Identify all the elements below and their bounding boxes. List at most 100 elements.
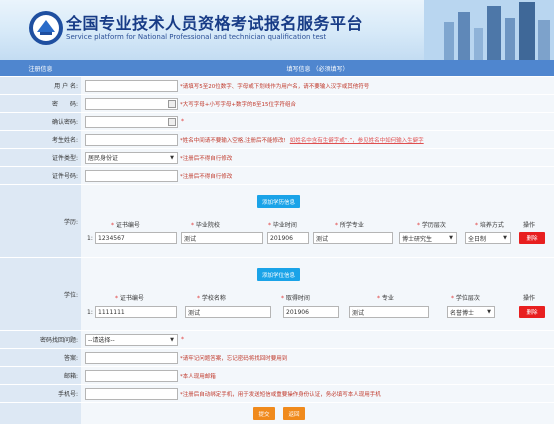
add-education-button[interactable]: 添加学历信息 (257, 195, 301, 208)
password-hint: *大写字母+小写字母+数字的8至15位字符组合 (180, 101, 296, 108)
degree-row: 学位: 添加学位信息 * 证书编号 * 学校名称 * 取得时间 * 专业 * 学… (0, 258, 554, 331)
name-row: 考生姓名: *姓名中间请不要输入空格,注册后不能修改! 如姓名中含有生僻字或“.… (0, 131, 554, 149)
email-input[interactable] (85, 369, 178, 382)
name-label: 考生姓名: (0, 131, 81, 148)
security-question-select[interactable]: --请选择-- ▼ (85, 333, 178, 346)
username-label: 用 户 名: (0, 77, 81, 94)
registration-form: 注册信息 填写信息 （必须填写） 用 户 名: *请填写5至20位数字、字母或下… (0, 60, 554, 425)
site-subtitle: Service platform for National Profession… (66, 33, 327, 41)
password-input[interactable] (85, 97, 178, 110)
answer-row: 答案: *请牢记问题答案，忘记密码将找回时要用到 (0, 349, 554, 367)
edu-delete-button[interactable]: 删除 (519, 232, 545, 244)
deg-col-cert-no: * 证书编号 (115, 295, 144, 302)
edu-mode-value: 全日制 (468, 235, 487, 243)
password-label: 密 码: (0, 95, 81, 112)
answer-label: 答案: (0, 349, 81, 366)
edu-col-level: * 学历层次 (417, 222, 446, 229)
id-number-input[interactable] (85, 169, 178, 182)
id-number-label: 证件号码: (0, 167, 81, 184)
deg-major-input[interactable]: 测试 (349, 306, 429, 318)
city-skyline-image (424, 0, 554, 60)
deg-col-obtain-time: * 取得时间 (281, 295, 310, 302)
id-type-select[interactable]: 居民身份证 ▼ (85, 151, 178, 164)
confirm-password-hint: * (181, 118, 184, 125)
phone-label: 手机号: (0, 385, 81, 402)
platform-logo-icon (29, 11, 63, 45)
answer-input[interactable] (85, 351, 178, 364)
deg-obtain-time-input[interactable]: 201906 (283, 306, 339, 318)
section-header-left: 注册信息 (0, 60, 81, 76)
deg-level-value: 名誉博士 (450, 309, 475, 317)
password-row: 密 码: *大写字母+小写字母+数字的8至15位字符组合 (0, 95, 554, 113)
submit-button[interactable]: 提交 (253, 407, 275, 420)
id-number-row: 证件号码: *注册后不得自行修改 (0, 167, 554, 185)
education-row: 学历: 添加学历信息 * 证书编号 * 毕业院校 * 毕业时间 * 所学专业 *… (0, 185, 554, 258)
deg-level-select[interactable]: 名誉博士 ▼ (447, 306, 495, 318)
id-type-hint: *注册后不得自行修改 (180, 155, 233, 162)
edu-col-action: 操作 (523, 222, 536, 229)
edu-grad-time-input[interactable]: 201906 (267, 232, 309, 244)
edu-col-mode: * 培养方式 (475, 222, 504, 229)
name-input[interactable] (85, 133, 178, 146)
site-title: 全国专业技术人员资格考试报名服务平台 (66, 14, 364, 33)
security-question-label: 密码找回问题: (0, 331, 81, 348)
section-header: 注册信息 填写信息 （必须填写） (0, 60, 554, 77)
id-type-row: 证件类型: 居民身份证 ▼ *注册后不得自行修改 (0, 149, 554, 167)
chevron-down-icon: ▼ (170, 336, 174, 343)
id-type-selected-value: 居民身份证 (88, 155, 119, 162)
deg-cert-no-input[interactable]: 1111111 (95, 306, 177, 318)
confirm-password-label: 确认密码: (0, 113, 81, 130)
add-degree-button[interactable]: 添加学位信息 (257, 268, 301, 281)
edu-level-select[interactable]: 博士研究生 ▼ (399, 232, 457, 244)
security-question-row: 密码找回问题: --请选择-- ▼ * (0, 331, 554, 349)
keyboard-icon[interactable] (168, 99, 176, 108)
phone-row: 手机号: *注册后自动绑定手机，用于发送短信或重要操作身份认证，务必填写本人现用… (0, 385, 554, 403)
deg-delete-button[interactable]: 删除 (519, 306, 545, 318)
edu-level-value: 博士研究生 (402, 235, 433, 243)
security-question-value: --请选择-- (88, 337, 115, 344)
username-input[interactable] (85, 79, 178, 92)
confirm-password-row: 确认密码: * (0, 113, 554, 131)
phone-input[interactable] (85, 387, 178, 400)
education-label: 学历: (0, 185, 81, 257)
deg-col-school: * 学校名称 (197, 295, 226, 302)
deg-row-index: 1: (87, 309, 93, 316)
edu-col-grad-time: * 毕业时间 (268, 222, 297, 229)
keyboard-icon[interactable] (168, 117, 176, 126)
site-header: 全国专业技术人员资格考试报名服务平台 Service platform for … (0, 0, 554, 60)
edu-cert-no-input[interactable]: 1234567 (95, 232, 177, 244)
deg-col-action: 操作 (523, 295, 536, 302)
edu-col-major: * 所学专业 (335, 222, 364, 229)
degree-label: 学位: (0, 258, 81, 330)
section-header-right: 填写信息 （必须填写） (81, 60, 554, 76)
confirm-password-input[interactable] (85, 115, 178, 128)
deg-col-level: * 学位层次 (451, 295, 480, 302)
deg-school-input[interactable]: 测试 (185, 306, 271, 318)
edu-col-school: * 毕业院校 (191, 222, 220, 229)
edu-col-cert-no: * 证书编号 (111, 222, 140, 229)
chevron-down-icon: ▼ (487, 309, 491, 315)
edu-major-input[interactable]: 测试 (313, 232, 393, 244)
rare-char-link[interactable]: 如姓名中含有生僻字或“.”，参见姓名中如何输入生僻字 (290, 136, 424, 144)
username-hint: *请填写5至20位数字、字母或下划线作为用户名，请不要输入汉字或其他符号 (180, 83, 370, 90)
name-hint: *姓名中间请不要输入空格,注册后不能修改! (180, 137, 286, 144)
chevron-down-icon: ▼ (170, 154, 174, 161)
edu-school-input[interactable]: 测试 (181, 232, 263, 244)
action-row-spacer (0, 403, 81, 424)
email-row: 邮箱: *本人现用邮箱 (0, 367, 554, 385)
action-row: 提交 返回 (0, 403, 554, 425)
edu-row-index: 1: (87, 235, 93, 242)
email-label: 邮箱: (0, 367, 81, 384)
back-button[interactable]: 返回 (283, 407, 305, 420)
username-row: 用 户 名: *请填写5至20位数字、字母或下划线作为用户名，请不要输入汉字或其… (0, 77, 554, 95)
answer-hint: *请牢记问题答案，忘记密码将找回时要用到 (180, 355, 288, 362)
security-question-hint: * (181, 336, 184, 343)
email-hint: *本人现用邮箱 (180, 373, 216, 380)
chevron-down-icon: ▼ (449, 235, 453, 241)
deg-col-major: * 专业 (377, 295, 394, 302)
id-number-hint: *注册后不得自行修改 (180, 173, 233, 180)
phone-hint: *注册后自动绑定手机，用于发送短信或重要操作身份认证，务必填写本人现用手机 (180, 391, 381, 398)
edu-mode-select[interactable]: 全日制 ▼ (465, 232, 511, 244)
chevron-down-icon: ▼ (503, 235, 507, 241)
id-type-label: 证件类型: (0, 149, 81, 166)
